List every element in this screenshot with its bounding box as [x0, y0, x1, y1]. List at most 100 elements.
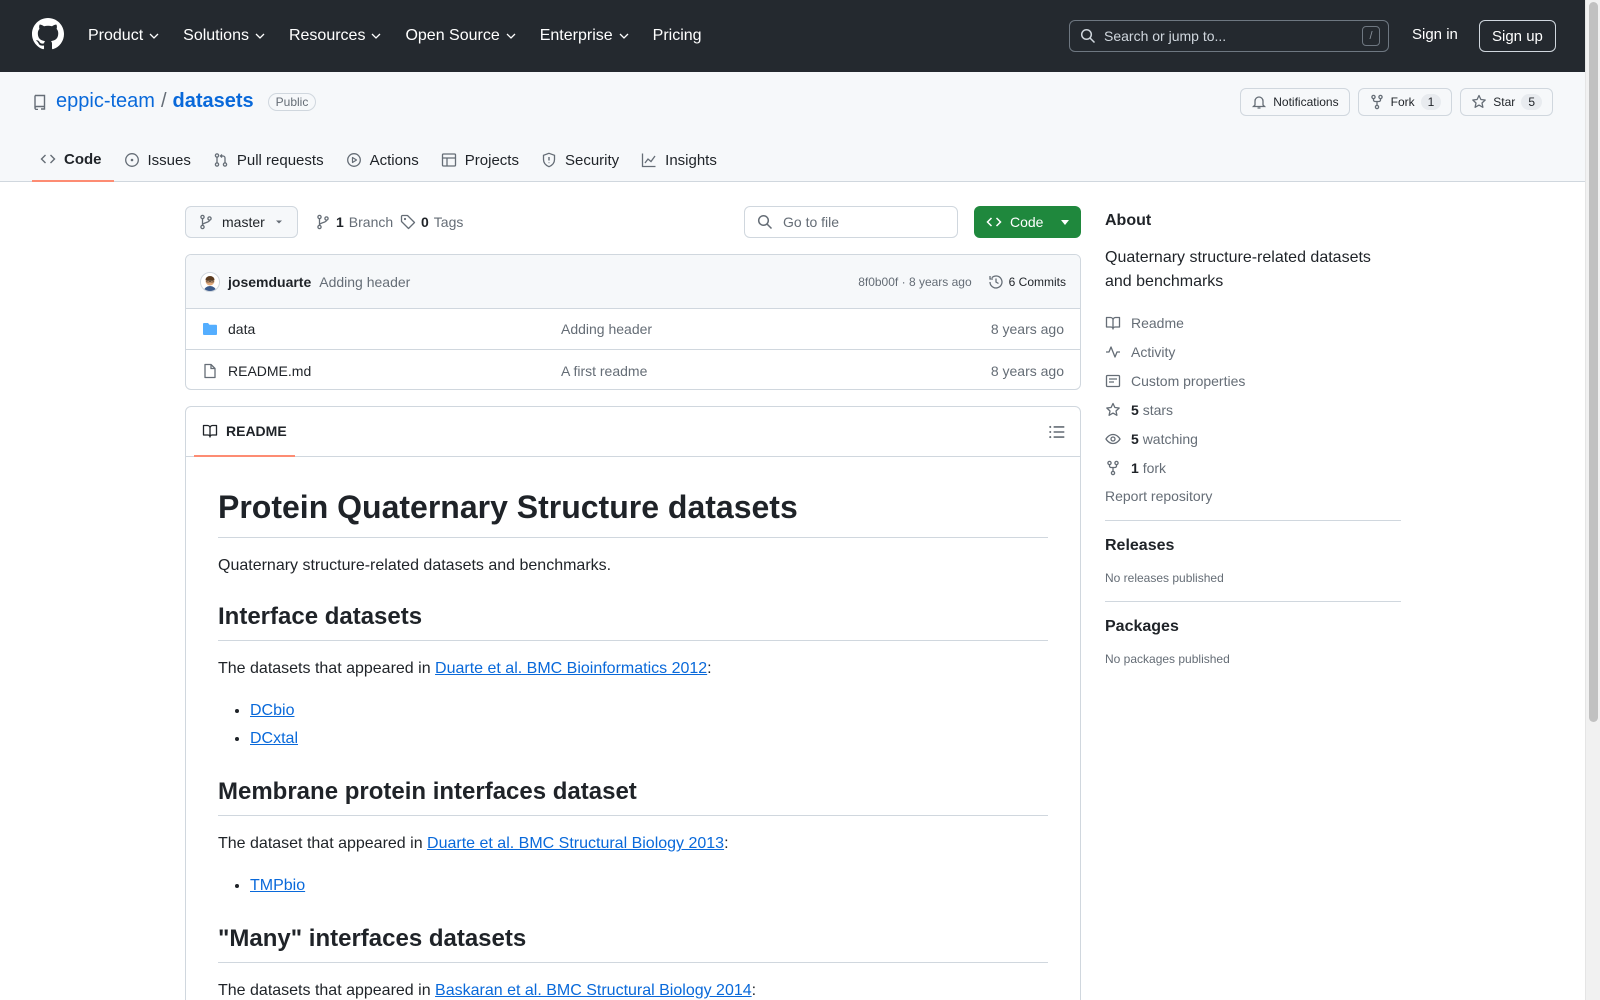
nav-solutions[interactable]: Solutions [171, 0, 277, 72]
readme-tab[interactable]: README [194, 407, 295, 457]
repo-owner-link[interactable]: eppic-team [56, 90, 155, 113]
book-icon [1105, 316, 1121, 330]
releases-note: No releases published [1105, 571, 1224, 585]
commit-author-link[interactable]: josemduarte [228, 274, 311, 290]
branch-count: 1 [336, 214, 344, 230]
search-icon [1080, 28, 1096, 44]
global-search-input[interactable]: Search or jump to... / [1069, 20, 1389, 52]
go-to-file-input[interactable]: Go to file [744, 206, 958, 238]
list-outline-icon[interactable] [1048, 423, 1066, 441]
tag-count-label: Tags [433, 214, 464, 230]
section-heading: Interface datasets [218, 602, 1048, 641]
latest-commit: josemduarte Adding header 8f0b00f · 8 ye… [186, 255, 1080, 309]
dataset-link[interactable]: DCbio [250, 702, 294, 719]
dataset-link[interactable]: TMPbio [250, 877, 305, 894]
citation-link[interactable]: Duarte et al. BMC Bioinformatics 2012 [435, 660, 707, 677]
tab-code-label: Code [64, 150, 102, 168]
sidebar-divider [1105, 520, 1401, 521]
nav-product[interactable]: Product [76, 0, 171, 72]
file-name-link[interactable]: README.md [228, 363, 561, 379]
github-logo-icon[interactable] [32, 18, 64, 50]
tab-actions[interactable]: Actions [338, 138, 431, 182]
readme-tab-label: README [226, 423, 287, 439]
list-item: DCbio [250, 697, 1048, 725]
readme-link[interactable]: Readme [1105, 308, 1401, 337]
packages-heading[interactable]: Packages [1105, 618, 1401, 636]
activity-link[interactable]: Activity [1105, 337, 1401, 366]
tags-link[interactable]: 0 Tags [400, 206, 463, 238]
forks-link[interactable]: 1 fork [1105, 453, 1401, 482]
tab-projects-label: Projects [464, 151, 519, 169]
tab-pull-requests[interactable]: Pull requests [205, 138, 336, 182]
play-icon [346, 153, 361, 167]
sign-up-button[interactable]: Sign up [1479, 20, 1556, 52]
section-text: The datasets that appeared in [218, 660, 436, 677]
file-commit-message[interactable]: Adding header [561, 321, 991, 337]
section-text-end: : [707, 660, 712, 677]
branches-link[interactable]: 1 Branch [315, 206, 393, 238]
custom-properties-link[interactable]: Custom properties [1105, 366, 1401, 395]
commits-history-link[interactable]: 6 Commits [988, 274, 1066, 290]
nav-enterprise[interactable]: Enterprise [528, 0, 641, 72]
fork-count: 1 [1420, 94, 1442, 110]
issue-icon [124, 153, 139, 167]
tab-projects[interactable]: Projects [433, 138, 531, 182]
book-icon [202, 424, 218, 438]
citation-link[interactable]: Duarte et al. BMC Structural Biology 201… [427, 835, 724, 852]
nav-open-source[interactable]: Open Source [393, 0, 527, 72]
tab-insights[interactable]: Insights [633, 138, 729, 182]
forks-label: fork [1142, 459, 1167, 476]
citation-link[interactable]: Baskaran et al. BMC Structural Biology 2… [435, 982, 752, 999]
fork-label: Fork [1390, 95, 1415, 109]
watching-link[interactable]: 5 watching [1105, 424, 1401, 453]
file-name-link[interactable]: data [228, 321, 561, 337]
branch-selector[interactable]: master [185, 206, 298, 238]
list-item: TMPbio [250, 872, 1048, 900]
fork-button[interactable]: Fork 1 [1357, 88, 1453, 116]
stars-link[interactable]: 5 stars [1105, 395, 1401, 424]
nav-solutions-label: Solutions [183, 27, 249, 44]
file-row-readme[interactable]: README.md A first readme 8 years ago [186, 350, 1080, 389]
code-icon [40, 154, 56, 164]
releases-heading[interactable]: Releases [1105, 537, 1401, 555]
code-button-label: Code [1010, 214, 1044, 230]
commits-count-label: 6 Commits [1008, 274, 1066, 289]
list-item: DCxtal [250, 725, 1048, 753]
avatar[interactable] [200, 271, 220, 292]
dataset-link[interactable]: DCxtal [250, 730, 298, 747]
chevron-down-icon [619, 33, 629, 39]
nav-resources-label: Resources [288, 27, 366, 44]
go-to-file-placeholder: Go to file [783, 214, 840, 230]
commit-hash-link[interactable]: 8f0b00f [858, 275, 898, 289]
graph-icon [642, 153, 656, 168]
tag-count: 0 [421, 214, 429, 230]
section-text: The datasets that appeared in [218, 982, 436, 999]
report-repository-link[interactable]: Report repository [1105, 488, 1401, 504]
file-row-data[interactable]: data Adding header 8 years ago [186, 309, 1080, 350]
file-icon [204, 363, 216, 378]
scrollbar-thumb[interactable] [1589, 2, 1598, 722]
readme-content: Protein Quaternary Structure datasets Qu… [186, 487, 1080, 1000]
search-shortcut-key: / [1362, 26, 1380, 46]
code-download-button[interactable]: Code [974, 206, 1081, 238]
nav-pricing[interactable]: Pricing [641, 0, 714, 72]
history-icon [989, 274, 1003, 289]
page-scrollbar[interactable] [1585, 0, 1600, 1000]
tab-issues[interactable]: Issues [116, 138, 203, 182]
repo-name-link[interactable]: datasets [173, 90, 254, 113]
file-age: 8 years ago [990, 362, 1064, 379]
stars-label: stars [1142, 401, 1174, 418]
tab-security-label: Security [564, 151, 620, 169]
nav-resources[interactable]: Resources [277, 0, 393, 72]
sidebar-divider [1105, 601, 1401, 602]
caret-down-icon [275, 220, 282, 224]
table-icon [441, 153, 456, 167]
tab-code[interactable]: Code [32, 138, 114, 182]
star-button[interactable]: Star 5 [1460, 88, 1553, 116]
sign-in-link[interactable]: Sign in [1412, 26, 1458, 43]
commit-message-link[interactable]: Adding header [319, 274, 410, 290]
file-commit-message[interactable]: A first readme [561, 363, 991, 379]
tab-security[interactable]: Security [533, 138, 631, 182]
notifications-button[interactable]: Notifications [1240, 88, 1350, 116]
repo-actions: Notifications Fork 1 Star 5 [1240, 88, 1553, 116]
